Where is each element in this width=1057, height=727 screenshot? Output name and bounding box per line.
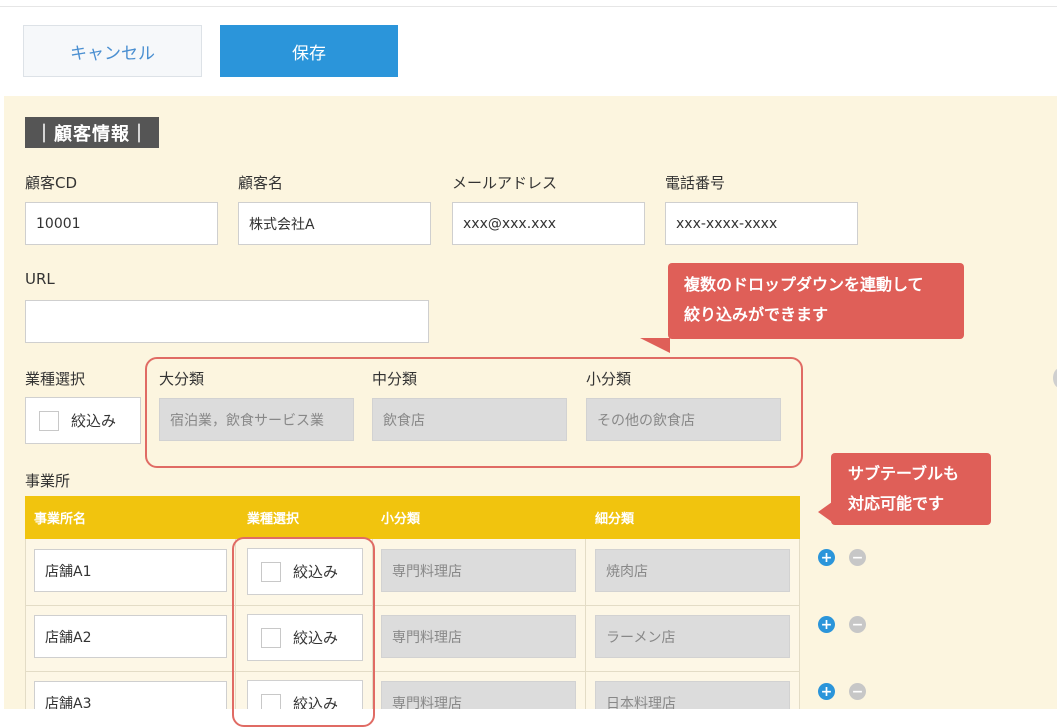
- callout-subtable: サブテーブルも 対応可能です: [831, 453, 991, 525]
- email-input[interactable]: xxx@xxx.xxx: [452, 202, 645, 245]
- office-name-input[interactable]: 店舗A2: [34, 615, 227, 658]
- callout-dropdown-line2: 絞り込みができます: [684, 305, 829, 324]
- table-header: 事業所名 業種選択 小分類 細分類: [25, 496, 800, 539]
- industry-filter-checkbox[interactable]: 絞込み: [25, 397, 141, 444]
- offices-table: 事業所名 業種選択 小分類 細分類 店舗A1 絞込み 専門料理店 焼肉店 店舗A…: [25, 496, 800, 709]
- customer-name-label: 顧客名: [238, 174, 284, 192]
- save-button[interactable]: 保存: [220, 25, 398, 77]
- remove-row-button[interactable]: −: [849, 549, 866, 566]
- header-industry: 業種選択: [247, 512, 300, 527]
- row-detail-select[interactable]: 日本料理店: [595, 681, 790, 709]
- row-minor-select[interactable]: 専門料理店: [381, 681, 576, 709]
- office-name-input[interactable]: 店舗A1: [34, 549, 227, 592]
- remove-row-button[interactable]: −: [849, 683, 866, 700]
- email-label: メールアドレス: [452, 174, 558, 192]
- phone-label: 電話番号: [665, 174, 726, 192]
- row-minor-select[interactable]: 専門料理店: [381, 549, 576, 592]
- minor-category-select[interactable]: その他の飲食店: [586, 398, 781, 441]
- callout-dropdown-pointer: [640, 338, 670, 353]
- minor-category-label: 小分類: [586, 370, 632, 388]
- industry-label: 業種選択: [25, 370, 86, 388]
- add-row-button[interactable]: +: [818, 616, 835, 633]
- callout-dropdown-line1: 複数のドロップダウンを連動して: [684, 275, 924, 294]
- callout-subtable-pointer: [818, 502, 832, 522]
- table-divider: [25, 605, 800, 606]
- callout-subtable-line2: 対応可能です: [848, 494, 945, 513]
- callout-dropdown: 複数のドロップダウンを連動して 絞り込みができます: [668, 263, 964, 339]
- header-detail: 細分類: [595, 512, 635, 527]
- customer-cd-input[interactable]: 10001: [25, 202, 218, 245]
- table-divider: [585, 539, 586, 709]
- major-category-select[interactable]: 宿泊業，飲食サービス業: [159, 398, 354, 441]
- table-divider: [799, 539, 800, 709]
- header-minor: 小分類: [381, 512, 421, 527]
- add-row-button[interactable]: +: [818, 549, 835, 566]
- filter-label: 絞込み: [71, 412, 117, 430]
- office-name-input[interactable]: 店舗A3: [34, 681, 227, 709]
- phone-input[interactable]: xxx-xxxx-xxxx: [665, 202, 858, 245]
- header-office-name: 事業所名: [34, 512, 87, 527]
- checkbox-box[interactable]: [39, 410, 59, 431]
- top-divider: [0, 6, 1057, 7]
- customer-cd-label: 顧客CD: [25, 174, 78, 192]
- table-divider: [25, 671, 800, 672]
- row-detail-select[interactable]: 焼肉店: [595, 549, 790, 592]
- cancel-button[interactable]: キャンセル: [23, 25, 202, 77]
- add-row-button[interactable]: +: [818, 683, 835, 700]
- section-title: ｜顧客情報｜: [25, 117, 159, 148]
- subtable-filter-highlight: [232, 537, 375, 727]
- offices-label: 事業所: [25, 472, 71, 490]
- middle-category-label: 中分類: [372, 370, 418, 388]
- customer-name-input[interactable]: 株式会社A: [238, 202, 431, 245]
- major-category-label: 大分類: [159, 370, 205, 388]
- table-divider: [25, 539, 26, 709]
- callout-subtable-line1: サブテーブルも: [848, 464, 960, 483]
- remove-row-button[interactable]: −: [849, 616, 866, 633]
- url-label: URL: [25, 270, 55, 288]
- row-minor-select[interactable]: 専門料理店: [381, 615, 576, 658]
- url-input[interactable]: [25, 300, 429, 343]
- middle-category-select[interactable]: 飲食店: [372, 398, 567, 441]
- row-detail-select[interactable]: ラーメン店: [595, 615, 790, 658]
